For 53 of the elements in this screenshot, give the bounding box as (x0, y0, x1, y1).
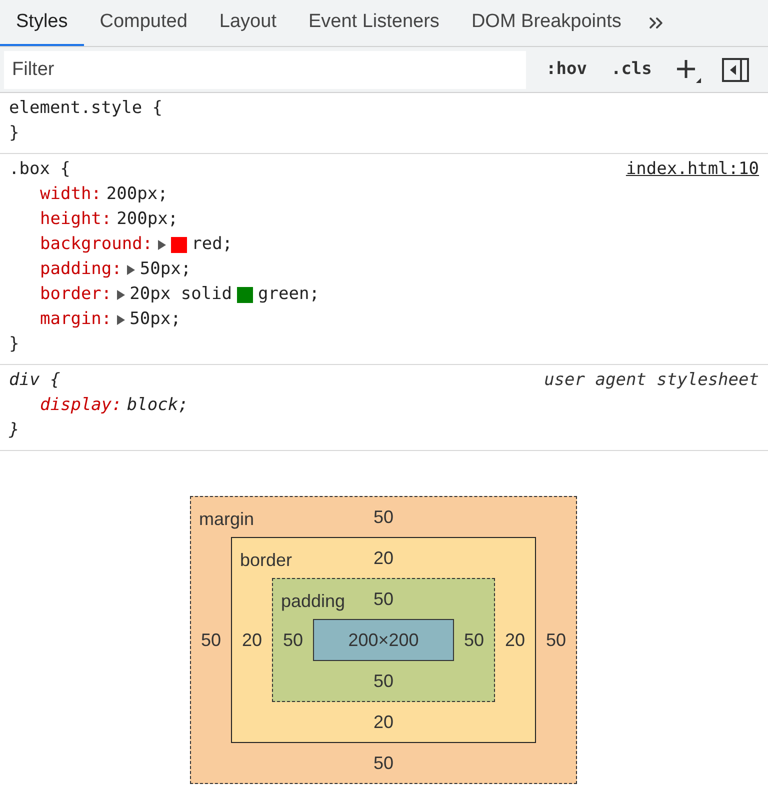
closing-brace: } (9, 420, 20, 440)
color-swatch[interactable] (170, 236, 187, 252)
property-value: 50px; (130, 308, 181, 331)
property-value: red; (192, 233, 233, 256)
closing-brace: } (9, 334, 20, 354)
expand-icon[interactable] (116, 314, 125, 324)
color-swatch[interactable] (237, 286, 254, 302)
box-value: 50 (282, 628, 304, 652)
box-value: 20 (373, 546, 394, 570)
property-name: display: (40, 394, 122, 417)
box-value: 50 (200, 628, 222, 652)
expand-icon[interactable] (116, 290, 125, 300)
box-value: 20 (504, 628, 526, 652)
tab[interactable]: DOM Breakpoints (455, 0, 638, 46)
rule-selector: .box { (9, 158, 70, 181)
box-value: 20 (373, 710, 394, 734)
box-value: 50 (373, 752, 394, 774)
content-box: 200×200 (313, 619, 454, 661)
tab[interactable]: Event Listeners (292, 0, 456, 46)
box-label: border (240, 549, 292, 572)
box-value: 50 (464, 628, 484, 652)
property-name: margin: (40, 308, 112, 331)
filter-field[interactable]: Filter (4, 50, 526, 88)
box-value: 50 (546, 628, 566, 652)
box-value: 50 (373, 506, 394, 528)
sidebar-toggle-icon[interactable] (722, 58, 749, 82)
property-name: width: (40, 183, 102, 206)
property-value: 50px; (140, 258, 192, 281)
toolbar-button[interactable]: :hov (542, 56, 591, 82)
property-name: height: (40, 208, 112, 231)
box-label: margin (199, 508, 254, 531)
box-value: 50 (373, 588, 394, 610)
rule-source: user agent stylesheet (544, 369, 759, 392)
tab[interactable]: Computed (84, 0, 204, 46)
tab[interactable]: Layout (203, 0, 292, 46)
rule-selector: div { (9, 369, 60, 392)
box-label: padding (281, 590, 346, 613)
rule-selector: element.style { (9, 97, 163, 120)
property-name: padding: (40, 258, 122, 281)
rule-source[interactable]: index.html:10 (626, 157, 759, 182)
expand-icon[interactable] (126, 264, 135, 274)
property-value: 200px; (106, 183, 168, 206)
toolbar-button[interactable]: .cls (606, 56, 656, 82)
property-value: 20px solid (130, 283, 232, 306)
expand-icon[interactable] (158, 240, 166, 250)
property-value: 200px; (116, 208, 178, 231)
property-value: block; (126, 394, 188, 417)
closing-brace: } (9, 123, 20, 143)
box-value: 50 (373, 670, 394, 692)
property-name: background: (40, 233, 153, 256)
property-value: green; (258, 283, 320, 306)
property-name: border: (40, 283, 112, 306)
box-value: 20 (242, 628, 262, 652)
